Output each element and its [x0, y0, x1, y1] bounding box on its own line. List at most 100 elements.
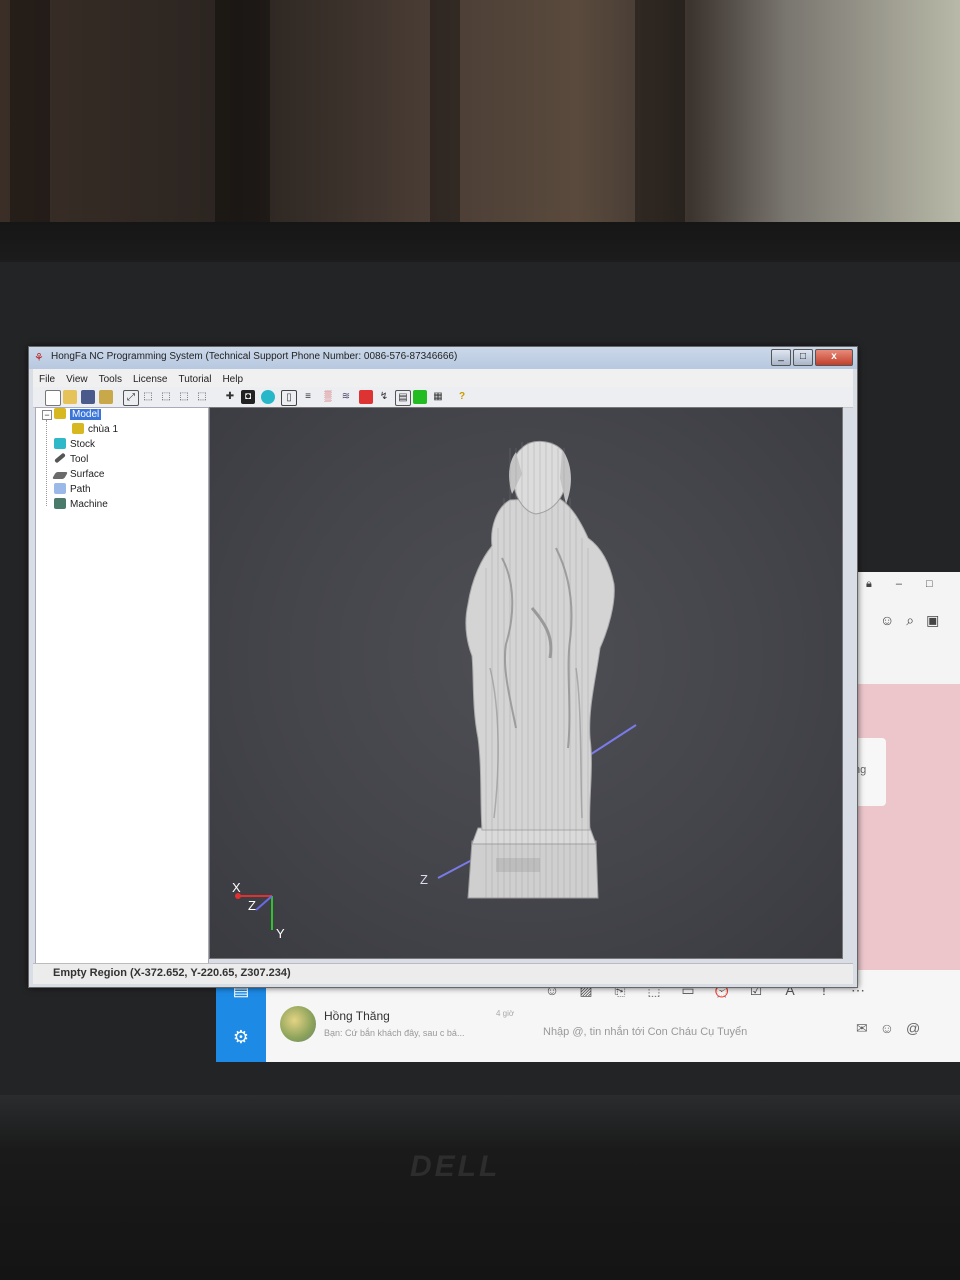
chat-input-actions: ✉ ☺ @: [856, 1020, 932, 1037]
contact-list-item[interactable]: Hồng Thăng 4 giờ Bạn: Cứ bắn khách đây, …: [280, 1006, 520, 1046]
settings-icon[interactable]: ⚙: [230, 1026, 252, 1048]
stock-icon[interactable]: ▯: [281, 390, 297, 406]
minimize-button[interactable]: _: [771, 349, 791, 366]
image-icon[interactable]: ▦: [431, 390, 445, 404]
path-icon: [54, 483, 66, 494]
model-tree-panel: − Model chùa 1 Stock Tool Surface Path M…: [35, 407, 209, 965]
monitor-bezel-bottom: [0, 1095, 960, 1280]
viewport-canvas: Z X Z Y: [232, 441, 637, 941]
select-icon[interactable]: ✚: [223, 390, 237, 404]
background-plank: [215, 0, 270, 230]
tree-item-tool[interactable]: Tool: [54, 452, 89, 467]
background-plank: [10, 0, 50, 230]
tree-item-label: Path: [70, 484, 91, 495]
statue-model[interactable]: [465, 441, 615, 899]
status-bar: Empty Region (X-372.652, Y-220.65, Z307.…: [33, 963, 853, 984]
stock-icon: [54, 438, 66, 449]
maximize-button[interactable]: □: [793, 349, 813, 366]
measure-icon[interactable]: ▤: [395, 390, 411, 406]
tree-item-label: chùa 1: [88, 424, 119, 435]
chat-conversation-area: [846, 684, 960, 972]
quick-message-icon[interactable]: ✉: [856, 1020, 868, 1036]
green-cube-icon[interactable]: [413, 390, 427, 404]
title-bar[interactable]: ⚘ HongFa NC Programming System (Technica…: [29, 347, 857, 369]
part-icon: [72, 423, 84, 434]
app-icon: ⚘: [34, 352, 44, 364]
video-call-icon[interactable]: ▣: [926, 612, 939, 628]
menu-tools[interactable]: Tools: [93, 371, 127, 385]
path-icon[interactable]: ↯: [377, 390, 391, 404]
minimize-icon[interactable]: –: [896, 578, 902, 590]
maximize-icon[interactable]: □: [926, 578, 933, 590]
surface-icon: [51, 472, 69, 479]
contact-preview: Bạn: Cứ bắn khách đây, sau c bá...: [324, 1028, 465, 1038]
chat-header-icons: ☺ ⌕ ▣: [880, 612, 951, 629]
background-room: [0, 0, 960, 230]
save-icon[interactable]: [81, 390, 95, 404]
model-icon: [54, 408, 66, 419]
axis-y-label: Y: [276, 926, 285, 941]
machine-icon: [54, 498, 66, 509]
tree-item-surface[interactable]: Surface: [51, 468, 105, 482]
model-axis-z-label: Z: [420, 872, 428, 887]
view-front-icon[interactable]: ⬚: [141, 390, 155, 404]
3d-viewport[interactable]: Z X Z Y: [209, 407, 843, 959]
layers-icon[interactable]: ≡: [301, 390, 315, 404]
close-button[interactable]: x: [815, 349, 853, 366]
collapse-icon[interactable]: −: [42, 410, 52, 420]
contact-time: 4 giờ: [496, 1009, 515, 1018]
save-all-icon[interactable]: [99, 390, 113, 404]
background-plank: [430, 0, 460, 230]
new-icon[interactable]: [45, 390, 61, 406]
tree-item-label: Tool: [70, 454, 89, 465]
open-icon[interactable]: [63, 390, 77, 404]
monitor-brand-logo: DELL: [410, 1150, 501, 1183]
view-top-icon[interactable]: ⬚: [159, 390, 173, 404]
menu-file[interactable]: File: [33, 371, 60, 385]
tree-item-label: Stock: [70, 439, 96, 450]
tree-item-machine[interactable]: Machine: [54, 498, 108, 512]
status-text: Empty Region (X-372.652, Y-220.65, Z307.…: [53, 967, 291, 979]
wave-icon[interactable]: ≋: [339, 390, 353, 404]
emoji-icon[interactable]: ☺: [880, 1020, 894, 1036]
tree-guide-line: [46, 420, 47, 506]
tree-root-label: Model: [70, 409, 102, 420]
chat-window-controls: 🔒︎ – □: [866, 578, 957, 591]
help-icon[interactable]: ?: [455, 390, 469, 404]
tree-item-label: Surface: [70, 469, 105, 480]
menu-tutorial[interactable]: Tutorial: [172, 371, 216, 385]
axis-triad: X Z Y: [232, 880, 285, 941]
red-cube-icon[interactable]: [359, 390, 373, 404]
shade-icon[interactable]: [261, 390, 275, 404]
lock-icon[interactable]: 🔒︎: [866, 578, 872, 590]
tree-item-stock[interactable]: Stock: [54, 438, 95, 452]
chat-window-partial: ng: [846, 572, 960, 972]
tree-item-path[interactable]: Path: [54, 483, 91, 497]
message-input[interactable]: Nhập @, tin nhắn tới Con Cháu Cụ Tuyển: [543, 1026, 747, 1038]
view-iso-icon[interactable]: ⬚: [195, 390, 209, 404]
add-member-icon[interactable]: ☺: [880, 612, 894, 628]
menu-bar: File View Tools License Tutorial Help: [33, 369, 853, 387]
window-title: HongFa NC Programming System (Technical …: [51, 351, 458, 362]
mention-icon[interactable]: @: [906, 1020, 920, 1036]
menu-license[interactable]: License: [127, 371, 172, 385]
origin-icon[interactable]: ◘: [241, 390, 255, 404]
tree-item-part[interactable]: chùa 1: [72, 423, 118, 437]
tree-root-model[interactable]: Model: [54, 408, 102, 422]
background-plank: [635, 0, 685, 230]
avatar: [280, 1006, 316, 1042]
toolbar: ⤢ ⬚ ⬚ ⬚ ⬚ ✚ ◘ ▯ ≡ ▒ ≋ ↯ ▤ ▦ ?: [33, 387, 853, 408]
view-side-icon[interactable]: ⬚: [177, 390, 191, 404]
axis-x-label: X: [232, 880, 241, 895]
menu-view[interactable]: View: [60, 371, 93, 385]
contact-name: Hồng Thăng: [324, 1009, 390, 1023]
model-axis-line: [437, 859, 473, 879]
axis-z-label: Z: [248, 898, 256, 913]
hongfa-window: ⚘ HongFa NC Programming System (Technica…: [28, 346, 858, 988]
tree-item-label: Machine: [70, 499, 108, 510]
menu-help[interactable]: Help: [216, 371, 248, 385]
tool-icon: [54, 452, 66, 464]
grid-icon[interactable]: ▒: [321, 390, 335, 404]
fit-view-icon[interactable]: ⤢: [123, 390, 139, 406]
search-icon[interactable]: ⌕: [906, 612, 914, 628]
